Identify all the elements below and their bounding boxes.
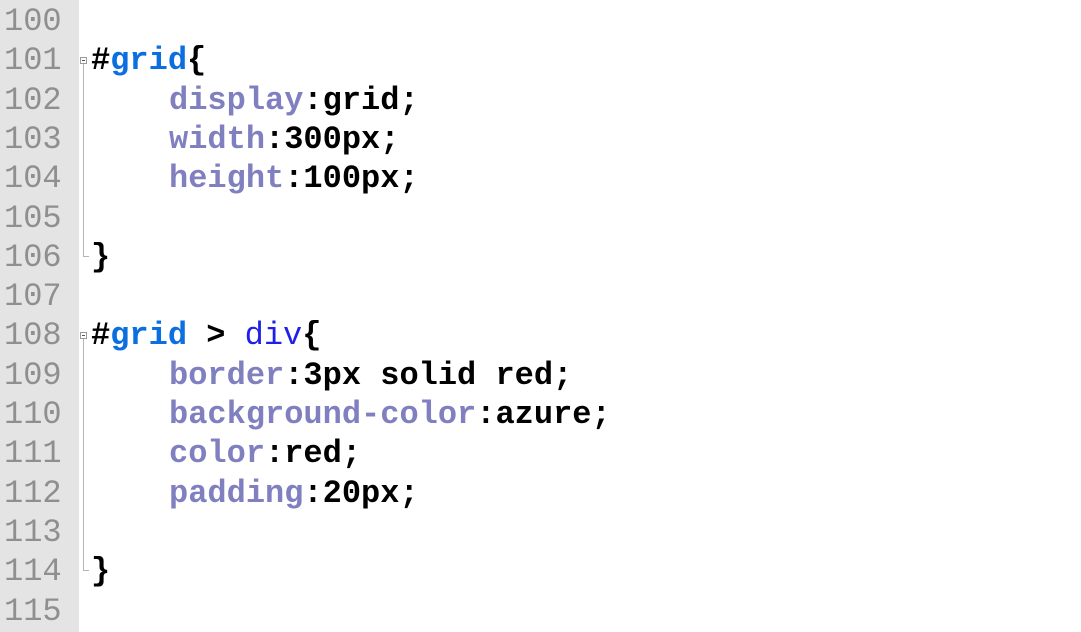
token-prop: padding — [169, 474, 304, 512]
token-sel: > — [187, 317, 245, 355]
token-punct: } — [91, 553, 111, 591]
token-prop: width — [169, 120, 266, 158]
fold-minus-box-icon[interactable] — [80, 57, 87, 65]
line-number: 109 — [4, 356, 62, 394]
fold-guide-line — [83, 339, 84, 571]
token-punct: : — [284, 160, 304, 198]
token-punct: ; — [399, 474, 419, 512]
token-punct: : — [284, 356, 304, 394]
token-val: grid — [322, 81, 400, 119]
line-number: 115 — [4, 592, 62, 630]
token-punct: ; — [380, 120, 400, 158]
code-text: color:red; — [91, 434, 361, 473]
line-number: 107 — [4, 278, 62, 316]
code-text: background-color:azure; — [91, 395, 611, 434]
fold-end-marker-icon — [83, 570, 89, 572]
token-punct: : — [303, 81, 323, 119]
code-text: } — [91, 552, 110, 591]
token-punct: ; — [553, 356, 573, 394]
code-text: #grid > div{ — [91, 316, 321, 355]
line-number: 113 — [4, 513, 62, 551]
token-punct: ; — [591, 396, 611, 433]
token-val: 20px — [322, 474, 400, 512]
line-number: 100 — [4, 3, 62, 40]
line-number: 114 — [4, 553, 62, 591]
code-text: height:100px; — [91, 159, 419, 198]
token-prop: height — [169, 160, 285, 198]
token-val: red — [284, 435, 342, 473]
token-punct: : — [265, 120, 285, 158]
token-sel: # — [91, 317, 111, 355]
line-number: 111 — [4, 435, 62, 473]
fold-margin — [79, 0, 91, 632]
token-punct: { — [302, 317, 322, 355]
token-punct: { — [187, 42, 207, 80]
token-punct: ; — [341, 435, 362, 473]
token-punct: } — [91, 238, 111, 276]
token-id: grid — [110, 42, 188, 80]
line-number: 103 — [4, 120, 62, 158]
token-tag: div — [244, 317, 303, 355]
token-prop: background-color — [169, 396, 477, 433]
line-number: 106 — [4, 238, 62, 276]
fold-guide-line — [83, 64, 84, 256]
token-punct: ; — [399, 81, 419, 119]
code-text: display:grid; — [91, 81, 419, 120]
token-punct: : — [303, 474, 323, 512]
token-prop: border — [169, 356, 285, 394]
token-val: 3px solid red — [303, 356, 554, 394]
token-val: 100px — [303, 160, 400, 198]
token-prop: color — [169, 435, 266, 473]
code-text: border:3px solid red; — [91, 356, 572, 395]
line-number: 104 — [4, 160, 62, 198]
code-text: #grid{ — [91, 41, 206, 80]
code-text: } — [91, 238, 110, 277]
token-val: azure — [495, 396, 592, 433]
token-id: grid — [110, 317, 188, 355]
fold-minus-box-icon[interactable] — [80, 332, 87, 340]
line-number: 110 — [4, 396, 62, 433]
fold-end-marker-icon — [83, 255, 89, 257]
code-text: padding:20px; — [91, 474, 419, 513]
token-punct: ; — [399, 160, 419, 198]
line-number: 102 — [4, 81, 62, 119]
token-val: 300px — [284, 120, 381, 158]
line-number: 112 — [4, 474, 62, 512]
token-punct: : — [265, 435, 285, 473]
line-number: 105 — [4, 199, 62, 237]
code-editor[interactable]: 100 101 #grid{102 display:grid; 103 width:300… — [0, 0, 1081, 632]
line-number: 108 — [4, 317, 62, 355]
line-number: 101 — [4, 42, 62, 80]
code-text: width:300px; — [91, 120, 399, 159]
token-punct: : — [476, 396, 496, 433]
token-sel: # — [91, 42, 111, 80]
token-prop: display — [169, 81, 304, 119]
